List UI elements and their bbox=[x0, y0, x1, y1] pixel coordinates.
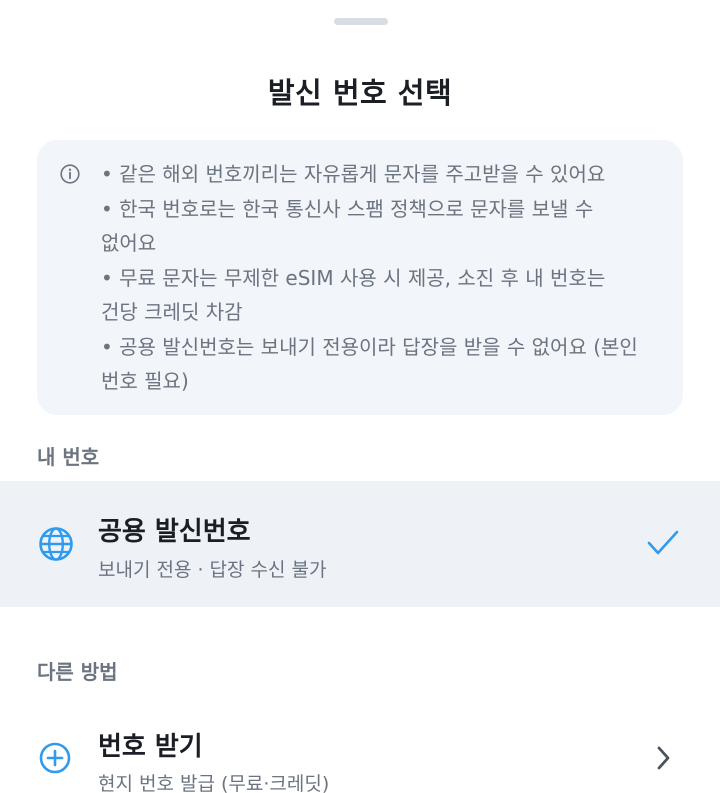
notice-line: • 공용 발신번호는 보내기 전용이라 답장을 받을 수 없어요 (본인 bbox=[101, 334, 638, 359]
notice-line: • 무료 문자는 무제한 eSIM 사용 시 제공, 소진 후 내 번호는 bbox=[101, 265, 606, 290]
notice-line: 건당 크레딧 차감 bbox=[101, 300, 243, 324]
number-option-shared-sender[interactable]: 공용 발신번호 보내기 전용 · 답장 수신 불가 bbox=[0, 481, 720, 607]
notice-text: • 같은 해외 번호끼리는 자유롭게 문자를 주고받을 수 있어요 • 한국 번… bbox=[101, 157, 671, 399]
notice-box: • 같은 해외 번호끼리는 자유롭게 문자를 주고받을 수 있어요 • 한국 번… bbox=[37, 140, 683, 415]
section-label-other-methods: 다른 방법 bbox=[37, 660, 118, 684]
drag-handle[interactable] bbox=[334, 18, 388, 25]
option-title: 공용 발신번호 bbox=[98, 517, 251, 547]
notice-line: • 한국 번호로는 한국 통신사 스팸 정책으로 문자를 보낼 수 bbox=[101, 196, 594, 221]
globe-icon bbox=[39, 527, 73, 561]
chevron-right-icon bbox=[657, 746, 670, 770]
sheet-title: 발신 번호 선택 bbox=[267, 76, 453, 110]
option-get-number[interactable]: 번호 받기 현지 번호 발급 (무료·크레딧) bbox=[0, 700, 720, 793]
bottom-sheet: 발신 번호 선택 • 같은 해외 번호끼리는 자유롭게 문자를 주고받을 수 있… bbox=[0, 0, 720, 793]
info-icon bbox=[60, 164, 80, 184]
option-title: 번호 받기 bbox=[98, 732, 203, 762]
notice-line: • 같은 해외 번호끼리는 자유롭게 문자를 주고받을 수 있어요 bbox=[101, 162, 606, 186]
option-subtitle: 현지 번호 발급 (무료·크레딧) bbox=[98, 773, 330, 793]
notice-line: 번호 필요) bbox=[101, 369, 189, 393]
check-icon bbox=[647, 530, 679, 555]
section-label-my-numbers: 내 번호 bbox=[37, 445, 100, 469]
option-subtitle: 보내기 전용 · 답장 수신 불가 bbox=[98, 559, 327, 581]
notice-line: 없어요 bbox=[101, 231, 157, 255]
plus-circle-icon bbox=[39, 742, 71, 774]
